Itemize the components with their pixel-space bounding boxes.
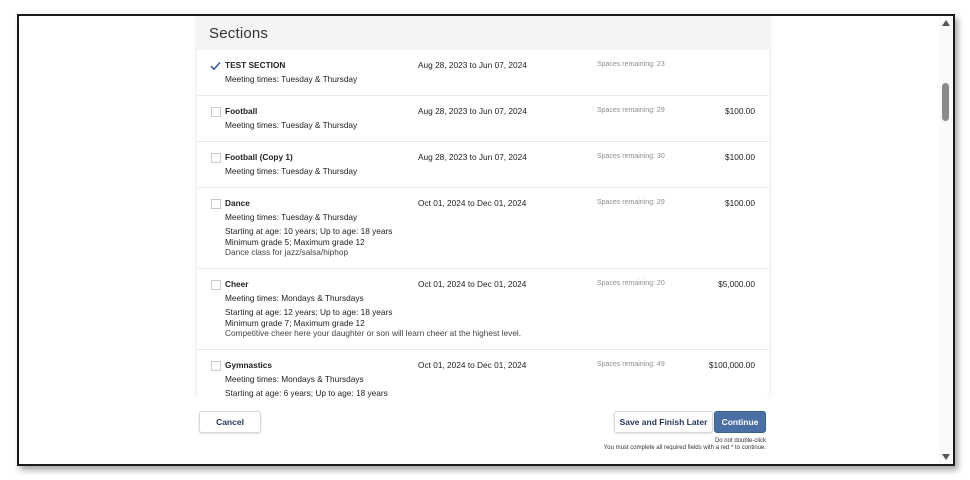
section-checkbox[interactable] [211,199,221,209]
section-description: Competitive cheer here your daughter or … [225,328,522,338]
section-details: Starting at age: 6 years; Up to age: 18 … [225,388,388,398]
section-price: $100.00 [725,152,755,162]
spaces-remaining: Spaces remaining: 30 [597,153,665,160]
scroll-up-arrow-icon[interactable] [942,20,950,26]
scroll-down-arrow-icon[interactable] [942,454,950,460]
vertical-scrollbar[interactable] [939,16,953,464]
section-description: Dance class for jazz/salsa/hiphop [225,247,349,257]
form-footer: Cancel Save and Finish Later Continue Do… [19,398,943,464]
section-price: $100.00 [725,106,755,116]
grade-range: Minimum grade 5; Maximum grade 12 [225,236,365,247]
sections-card: Sections TEST SECTION Meeting times: Tue… [197,16,769,398]
spaces-remaining: Spaces remaining: 23 [597,61,665,68]
section-price: $100,000.00 [708,360,755,370]
continue-button[interactable]: Continue [714,411,766,433]
meeting-times: Meeting times: Tuesday & Thursday [225,74,358,84]
section-row-cheer[interactable]: Cheer Meeting times: Mondays & Thursdays… [197,269,769,350]
checkmark-icon [210,61,221,71]
section-checkbox[interactable] [211,280,221,290]
section-checkbox[interactable] [211,107,221,117]
section-dates: Aug 28, 2023 to Jun 07, 2024 [418,106,527,116]
section-details: Starting at age: 10 years; Up to age: 18… [225,226,392,258]
required-fields-note: You must complete all required fields wi… [603,445,766,451]
section-checkbox[interactable] [211,361,221,371]
app-window: Sections TEST SECTION Meeting times: Tue… [17,14,955,466]
section-row-gymnastics[interactable]: Gymnastics Meeting times: Mondays & Thur… [197,350,769,398]
age-range: Starting at age: 10 years; Up to age: 18… [225,226,393,236]
spaces-remaining: Spaces remaining: 29 [597,199,665,206]
meeting-times: Meeting times: Mondays & Thursdays [225,374,364,384]
age-range: Starting at age: 6 years; Up to age: 18 … [225,388,388,398]
section-name: Cheer [225,279,249,289]
section-dates: Aug 28, 2023 to Jun 07, 2024 [418,152,527,162]
cancel-button[interactable]: Cancel [199,411,261,433]
double-click-note: Do not double-click [714,438,766,444]
spaces-remaining: Spaces remaining: 20 [597,280,665,287]
section-row-football-copy-1[interactable]: Football (Copy 1) Meeting times: Tuesday… [197,142,769,188]
card-header: Sections [197,16,769,50]
scrollbar-thumb[interactable] [942,83,949,121]
age-range: Starting at age: 12 years; Up to age: 18… [225,307,393,317]
section-checkbox[interactable] [210,61,221,71]
meeting-times: Meeting times: Tuesday & Thursday [225,166,358,176]
section-name: Gymnastics [225,360,273,370]
section-dates: Oct 01, 2024 to Dec 01, 2024 [418,279,527,289]
section-name: Football [225,106,258,116]
grade-range: Minimum grade 7; Maximum grade 12 [225,317,365,328]
spaces-remaining: Spaces remaining: 49 [597,361,665,368]
save-and-finish-later-button[interactable]: Save and Finish Later [614,411,713,433]
meeting-times: Meeting times: Tuesday & Thursday [225,120,358,130]
section-dates: Oct 01, 2024 to Dec 01, 2024 [418,198,527,208]
section-price: $5,000.00 [718,279,755,289]
section-row-dance[interactable]: Dance Meeting times: Tuesday & Thursday … [197,188,769,269]
section-name: Dance [225,198,250,208]
meeting-times: Meeting times: Tuesday & Thursday [225,212,358,222]
section-checkbox[interactable] [211,153,221,163]
section-name: TEST SECTION [225,60,286,70]
meeting-times: Meeting times: Mondays & Thursdays [225,293,364,303]
section-price: $100.00 [725,198,755,208]
sections-list: TEST SECTION Meeting times: Tuesday & Th… [197,50,769,398]
section-row-football[interactable]: Football Meeting times: Tuesday & Thursd… [197,96,769,142]
section-dates: Oct 01, 2024 to Dec 01, 2024 [418,360,527,370]
spaces-remaining: Spaces remaining: 29 [597,107,665,114]
section-name: Football (Copy 1) [225,152,293,162]
section-dates: Aug 28, 2023 to Jun 07, 2024 [418,60,527,70]
section-row-test-section[interactable]: TEST SECTION Meeting times: Tuesday & Th… [197,50,769,96]
page-title: Sections [209,25,269,42]
section-details: Starting at age: 12 years; Up to age: 18… [225,307,521,339]
